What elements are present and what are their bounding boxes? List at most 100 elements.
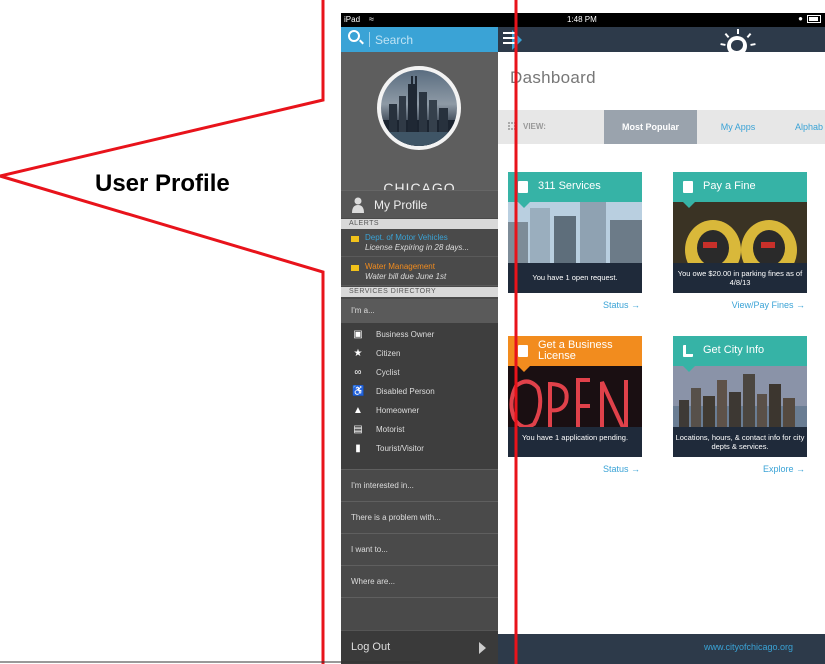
chevron-right-icon xyxy=(479,642,486,654)
person-icon xyxy=(352,197,364,213)
search-icon[interactable] xyxy=(348,30,360,42)
card-notch xyxy=(683,366,695,372)
role-label: Citizen xyxy=(376,349,401,358)
map-icon: ▮ xyxy=(355,443,361,454)
alert-detail: Water bill due June 1st xyxy=(365,272,447,281)
card-notch xyxy=(518,366,530,372)
page-title: Dashboard xyxy=(510,68,596,87)
menu-item-label: I'm interested in... xyxy=(351,481,414,490)
card-title: Get a Business License xyxy=(538,339,613,362)
card-title: 311 Services xyxy=(538,180,601,192)
alert-title: Water Management xyxy=(365,262,435,271)
footer-bar: www.cityofchicago.org xyxy=(498,634,825,664)
card-caption: You have 1 application pending. xyxy=(508,427,642,457)
alerts-heading: ALERTS xyxy=(341,219,498,229)
device-label: iPad xyxy=(344,15,361,24)
bicycle-icon: ∞ xyxy=(354,367,362,378)
briefcase-icon: ▣ xyxy=(353,329,363,340)
role-item-homeowner[interactable]: ▲ Homeowner xyxy=(341,402,498,421)
view-label: VIEW: xyxy=(523,122,546,131)
menu-item-problem-with[interactable]: There is a problem with... xyxy=(341,501,498,533)
card-header: Get a Business License xyxy=(508,336,642,366)
card-link[interactable]: Status → xyxy=(603,464,640,474)
flag-icon xyxy=(351,265,359,271)
city-skyline-image xyxy=(381,76,457,146)
star-icon: ★ xyxy=(353,348,363,359)
card-link[interactable]: Status → xyxy=(603,300,640,310)
card-header: Pay a Fine xyxy=(673,172,807,202)
role-label: Tourist/Visitor xyxy=(376,444,424,453)
card-header: 311 Services xyxy=(508,172,642,202)
alert-item[interactable]: Dept. of Motor Vehicles License Expiring… xyxy=(341,229,498,257)
car-icon: ▤ xyxy=(353,424,363,435)
alert-item[interactable]: Water Management Water bill due June 1st xyxy=(341,258,498,286)
wifi-icon: ≈ xyxy=(369,14,374,24)
hamburger-menu-icon[interactable] xyxy=(503,31,517,45)
role-label: Homeowner xyxy=(376,406,420,415)
menu-item-i-want-to[interactable]: I want to... xyxy=(341,533,498,565)
card-notch xyxy=(518,202,530,208)
search-bar xyxy=(341,27,498,52)
menu-item-interested-in[interactable]: I'm interested in... xyxy=(341,469,498,501)
alert-detail: License Expiring in 28 days... xyxy=(365,243,470,252)
dashboard-main: Dashboard VIEW: Most Popular My Apps Alp… xyxy=(498,52,825,634)
orientation-lock-icon: ● xyxy=(798,14,803,23)
my-profile-row[interactable]: My Profile xyxy=(341,190,498,218)
role-item-business-owner[interactable]: ▣ Business Owner xyxy=(341,326,498,345)
callout-label: User Profile xyxy=(95,170,230,197)
card-notch xyxy=(683,202,695,208)
status-bar: iPad ≈ 1:48 PM ● xyxy=(341,13,825,27)
card-link[interactable]: Explore → xyxy=(763,464,805,474)
role-item-cyclist[interactable]: ∞ Cyclist xyxy=(341,364,498,383)
grid-view-icon xyxy=(508,122,516,130)
view-bar: VIEW: Most Popular My Apps Alphab xyxy=(498,110,825,144)
role-label: Disabled Person xyxy=(376,387,435,396)
footer-url[interactable]: www.cityofchicago.org xyxy=(704,642,793,652)
role-item-tourist-visitor[interactable]: ▮ Tourist/Visitor xyxy=(341,440,498,459)
my-profile-label: My Profile xyxy=(374,198,428,212)
screenshot-stage: iPad ≈ 1:48 PM ● Search CHICAGO My Profi… xyxy=(0,0,825,664)
card-caption: Locations, hours, & contact info for cit… xyxy=(673,427,807,457)
menu-item-label: Where are... xyxy=(351,577,396,586)
clock-time: 1:48 PM xyxy=(567,15,597,24)
card-title: Pay a Fine xyxy=(703,180,756,192)
card-caption: You have 1 open request. xyxy=(508,263,642,293)
tab-alphabetical[interactable]: Alphab xyxy=(779,110,825,144)
services-directory-heading: SERVICES DIRECTORY xyxy=(341,287,498,297)
battery-icon xyxy=(807,15,821,23)
avatar[interactable] xyxy=(377,66,461,150)
role-list: ▣ Business Owner ★ Citizen ∞ Cyclist ♿ D… xyxy=(341,323,498,469)
card-caption: You owe $20.00 in parking fines as of 4/… xyxy=(673,263,807,293)
card-get-city-info[interactable]: Get City Info Locations, hours, & contac… xyxy=(673,336,807,476)
card-header: Get City Info xyxy=(673,336,807,366)
menu-spacer xyxy=(341,597,498,630)
menu-item-where-are[interactable]: Where are... xyxy=(341,565,498,597)
role-item-motorist[interactable]: ▤ Motorist xyxy=(341,421,498,440)
menu-item-label: I want to... xyxy=(351,545,388,554)
flag-icon xyxy=(351,236,359,242)
callout-outline xyxy=(0,0,325,664)
bar-chart-icon xyxy=(683,345,693,357)
document-icon xyxy=(518,345,528,357)
im-a-row[interactable]: I'm a... xyxy=(341,299,498,323)
card-pay-a-fine[interactable]: Pay a Fine You owe $20.00 in parking fin… xyxy=(673,172,807,312)
card-311-services[interactable]: 311 Services You have 1 open request. St… xyxy=(508,172,642,312)
logout-button[interactable]: Log Out xyxy=(341,630,498,664)
logout-label: Log Out xyxy=(351,641,391,653)
search-divider xyxy=(369,32,370,47)
tab-most-popular[interactable]: Most Popular xyxy=(604,110,697,144)
menu-item-label: There is a problem with... xyxy=(351,513,441,522)
search-input[interactable] xyxy=(375,30,495,49)
alert-title: Dept. of Motor Vehicles xyxy=(365,233,448,242)
role-label: Business Owner xyxy=(376,330,435,339)
phone-icon xyxy=(518,181,528,193)
role-item-citizen[interactable]: ★ Citizen xyxy=(341,345,498,364)
tab-my-apps[interactable]: My Apps xyxy=(697,110,779,144)
role-item-disabled-person[interactable]: ♿ Disabled Person xyxy=(341,383,498,402)
card-business-license[interactable]: Get a Business License You have 1 applic… xyxy=(508,336,642,476)
receipt-icon xyxy=(683,181,693,193)
role-label: Cyclist xyxy=(376,368,400,377)
card-link[interactable]: View/Pay Fines → xyxy=(732,300,805,310)
sidebar: CHICAGO My Profile ALERTS Dept. of Motor… xyxy=(341,27,498,664)
profile-area: CHICAGO xyxy=(341,52,498,212)
